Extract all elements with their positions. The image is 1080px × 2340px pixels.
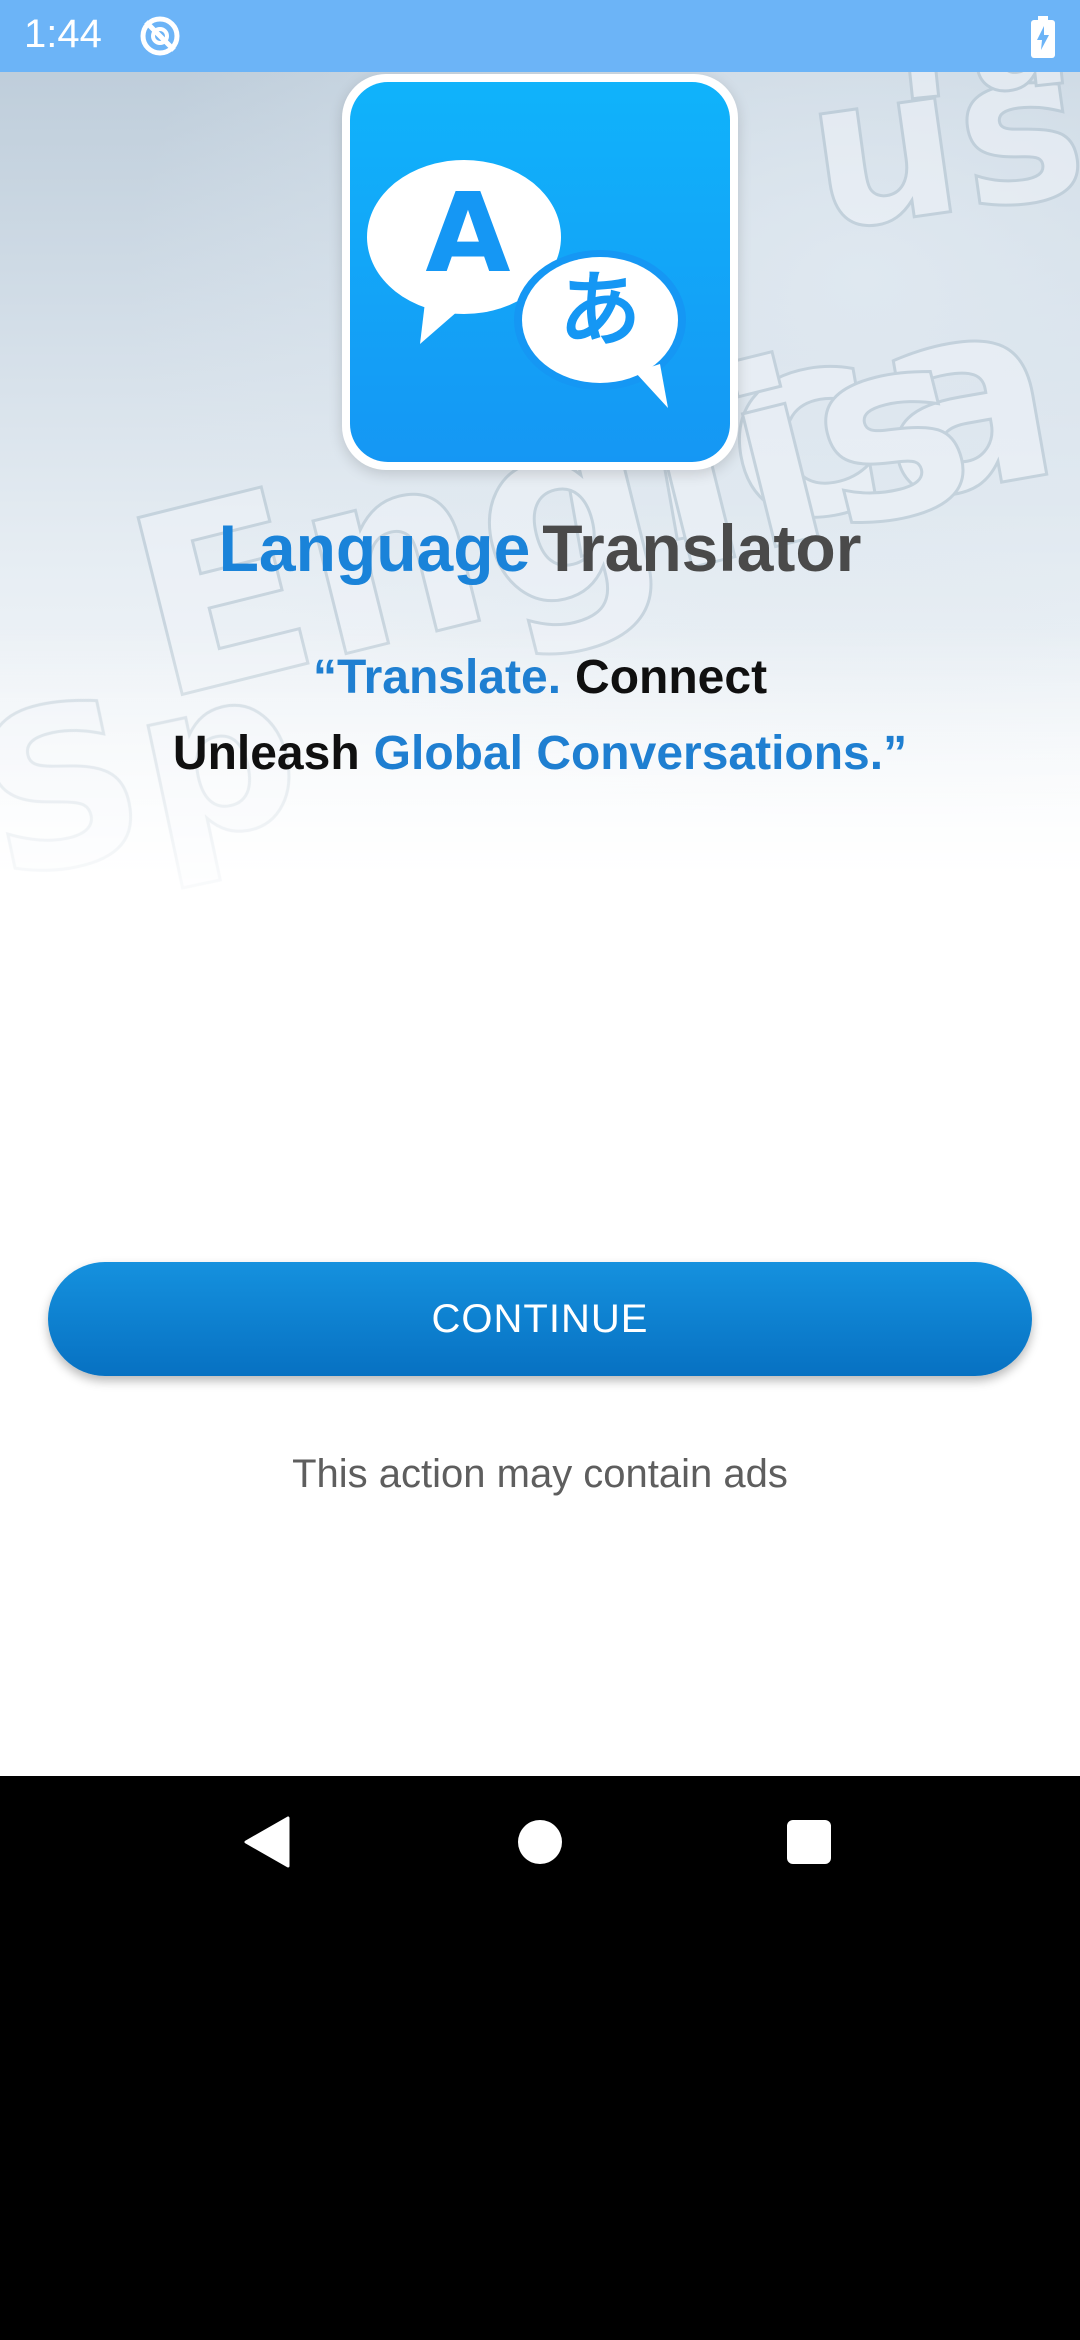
home-icon[interactable] (518, 1820, 562, 1864)
icon-letter-a-hiragana: あ (558, 263, 641, 358)
status-time: 1:44 (24, 12, 102, 56)
app-title: Language Translator (0, 510, 1080, 586)
tagline-connect: Connect (575, 651, 768, 704)
tagline-translate: “Translate. (312, 651, 562, 704)
app-screen: usa nca Englis Sp ra (0, 0, 1080, 1776)
back-icon[interactable] (244, 1816, 290, 1868)
recents-icon[interactable] (787, 1820, 831, 1864)
ads-disclaimer: This action may contain ads (292, 1452, 788, 1496)
app-logo: A あ (342, 74, 738, 470)
continue-button-label: CONTINUE (431, 1296, 649, 1341)
title-language: Language (218, 511, 531, 585)
icon-letter-a: A (425, 169, 511, 297)
navigation-bar (0, 1776, 1080, 2340)
battery-charging-icon (1031, 16, 1055, 58)
tagline-unleash: Unleash (172, 727, 360, 780)
translate-chat-bubbles-icon: A あ (350, 82, 730, 462)
screen: usa nca Englis Sp ra (0, 0, 1080, 2340)
tagline-global-conversations: Global Conversations.” (373, 727, 908, 780)
tagline-line-2: Unleash Global Conversations.” (0, 726, 1080, 781)
tagline-line-1: “Translate. Connect (0, 650, 1080, 705)
sync-disabled-icon (140, 16, 180, 56)
status-bar: 1:44 (0, 0, 1080, 72)
continue-button[interactable]: CONTINUE (48, 1262, 1032, 1376)
title-translator: Translator (542, 511, 862, 585)
